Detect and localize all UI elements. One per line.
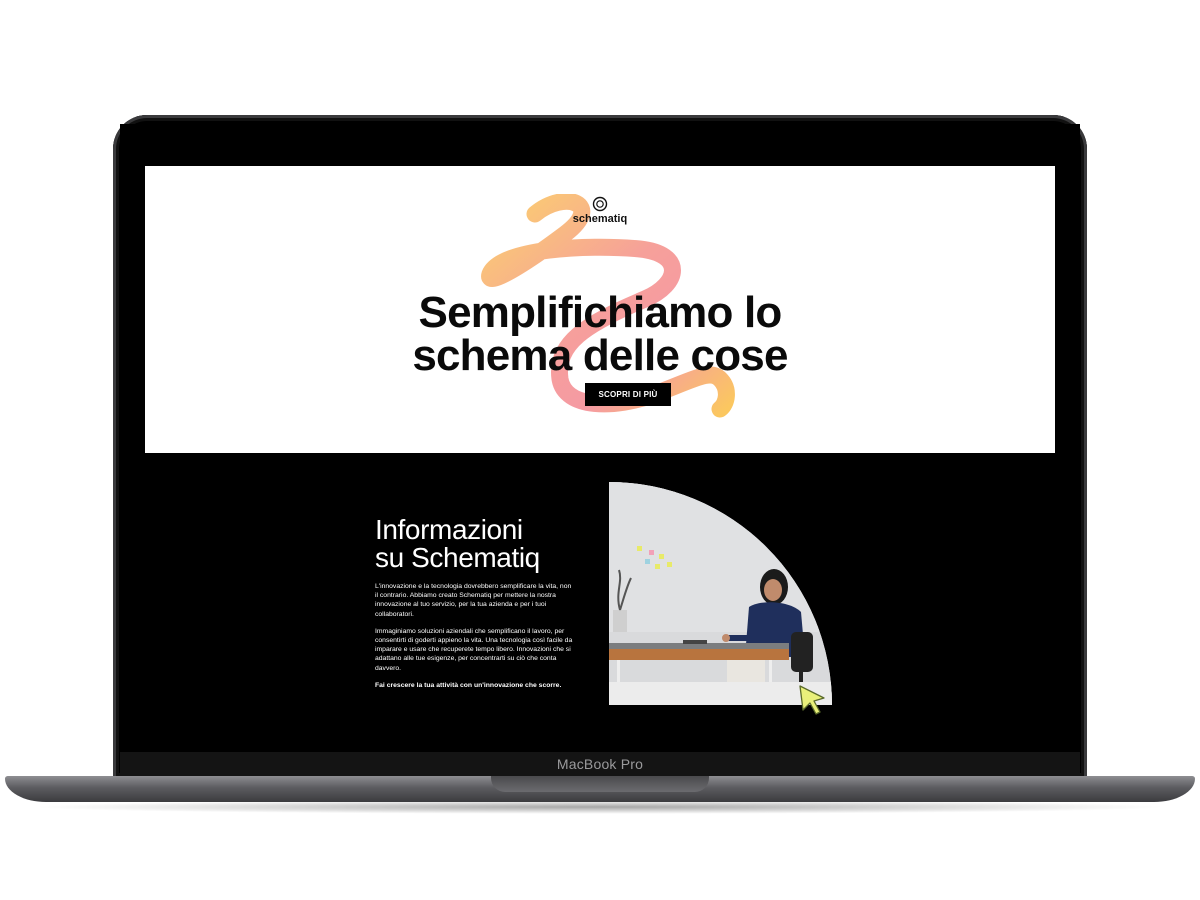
about-title: Informazioni su Schematiq: [375, 516, 575, 572]
office-photo-illustration: [609, 482, 832, 705]
logo-text: schematiq: [572, 213, 628, 225]
laptop-screen: schematiq Semplifichiamo lo schema delle…: [120, 124, 1080, 752]
laptop-chin: MacBook Pro: [120, 752, 1080, 776]
about-section: Informazioni su Schematiq L'innovazione …: [375, 516, 575, 698]
laptop-opening-notch: [491, 776, 709, 792]
hero-title-line-2: schema delle cose: [412, 331, 788, 381]
discover-more-button[interactable]: SCOPRI DI PIÙ: [585, 383, 671, 406]
hero-title-line-1: Semplifichiamo lo: [418, 288, 783, 338]
hero-title: Semplifichiamo lo schema delle cose: [145, 288, 1055, 381]
hero-section: schematiq Semplifichiamo lo schema delle…: [145, 166, 1055, 453]
about-photo: [609, 482, 832, 705]
about-paragraph-1: L'innovazione e la tecnologia dovrebbero…: [375, 583, 572, 618]
pointer-cursor-icon: [799, 685, 825, 715]
laptop-shadow: [30, 800, 1170, 814]
schematiq-logo-icon: [592, 196, 608, 212]
device-label: MacBook Pro: [556, 756, 644, 772]
about-title-line-2: su Schematiq: [375, 542, 540, 573]
site-logo[interactable]: schematiq: [145, 196, 1055, 225]
about-title-line-1: Informazioni: [375, 514, 523, 545]
about-paragraph-2: Immaginiamo soluzioni aziendali che semp…: [375, 627, 573, 672]
about-paragraph-3: Fai crescere la tua attività con un'inno…: [375, 681, 562, 689]
